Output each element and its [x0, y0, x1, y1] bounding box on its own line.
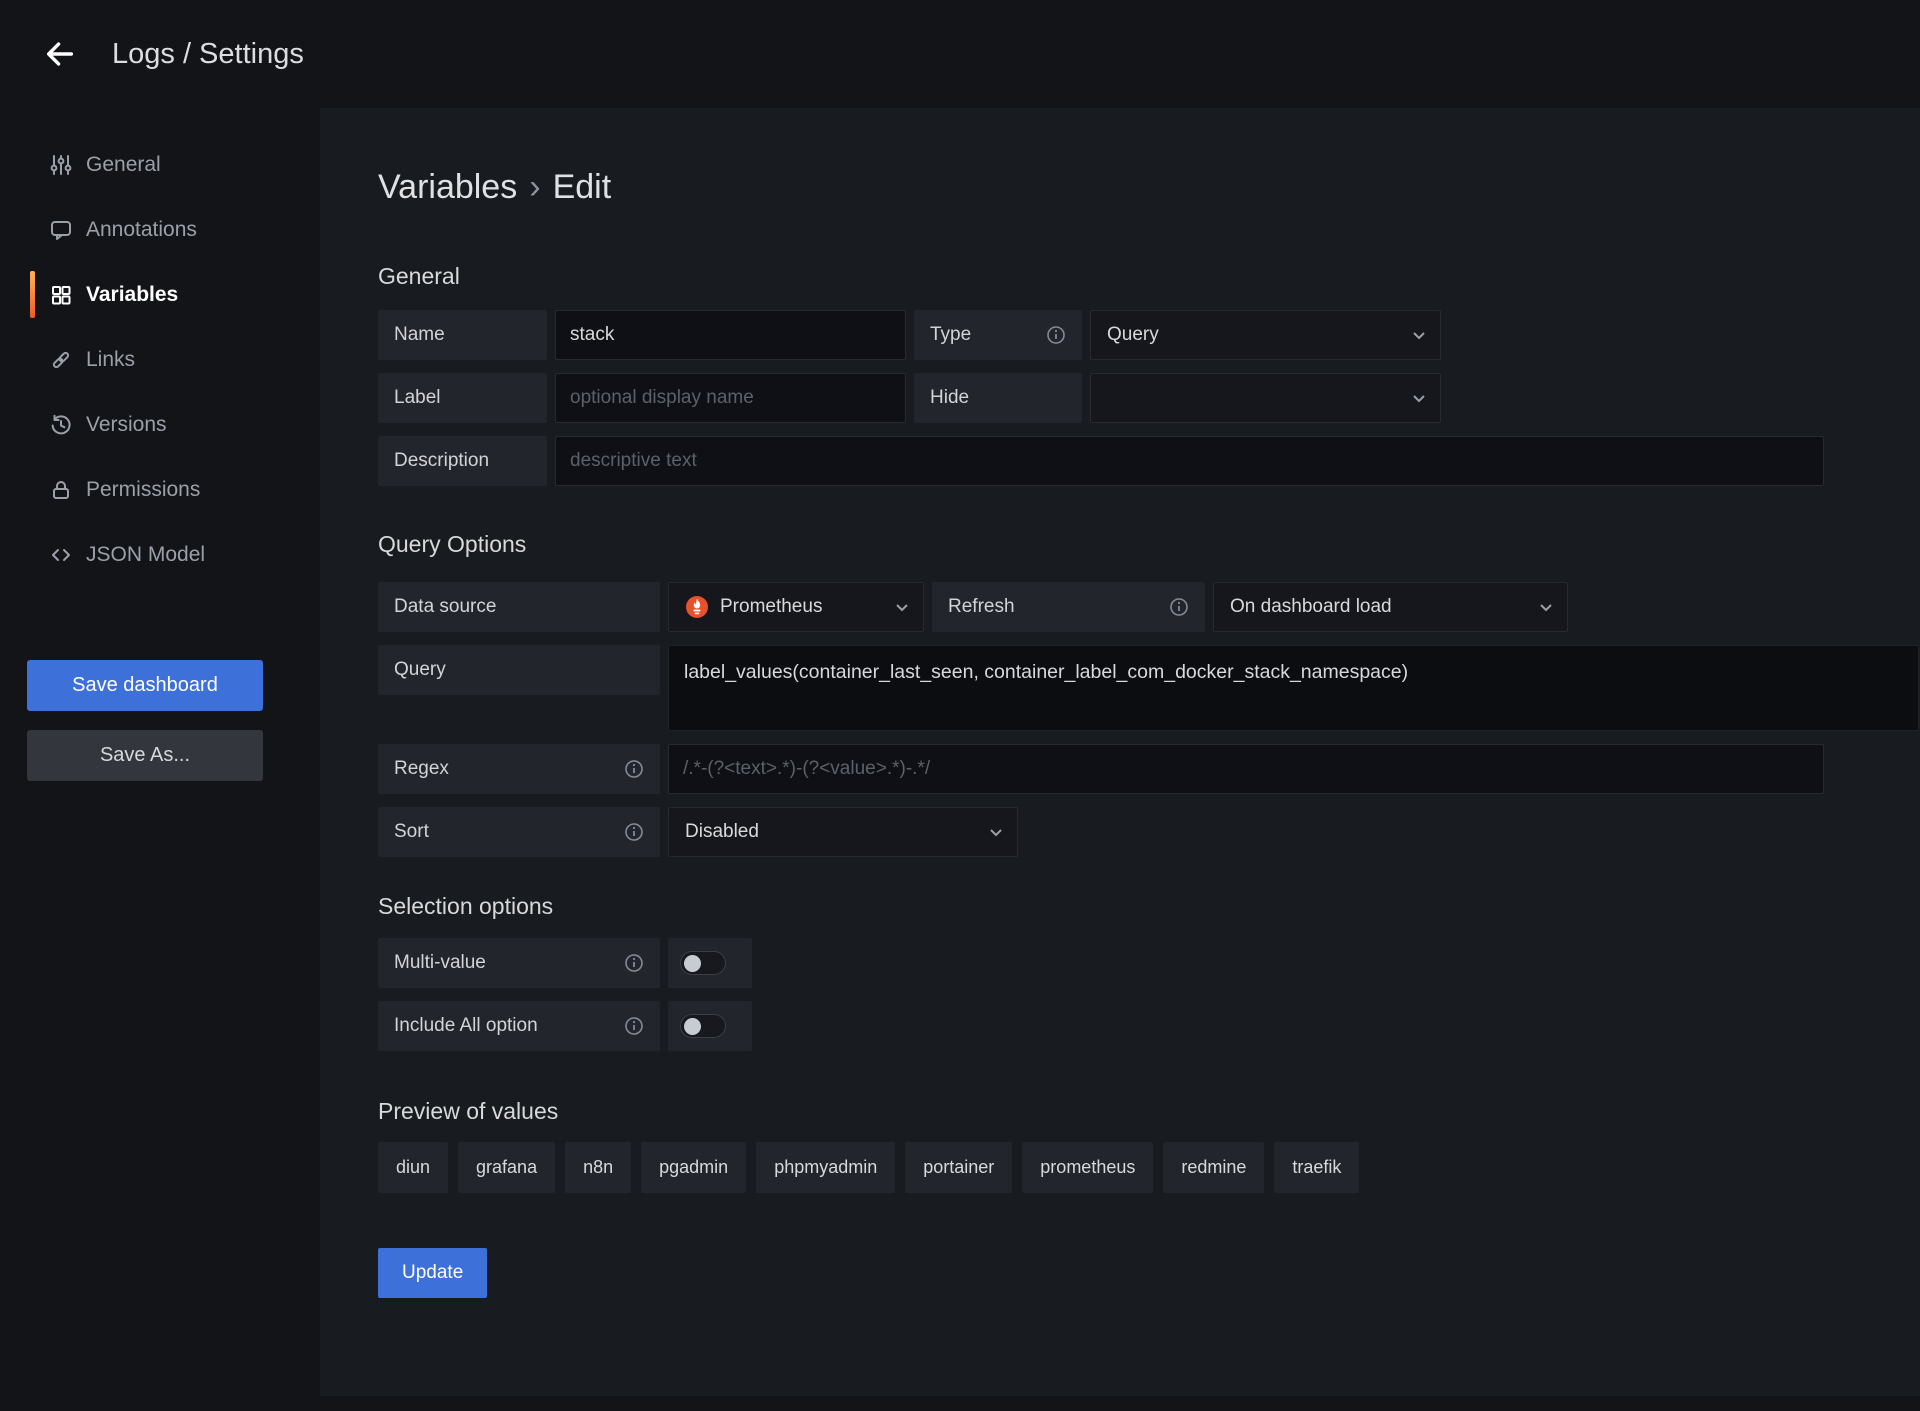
multi-value-row: Multi-value [378, 938, 1920, 988]
sidebar-item-label: JSON Model [86, 543, 205, 567]
prometheus-icon [685, 595, 709, 619]
preview-heading: Preview of values [378, 1098, 1920, 1125]
datasource-refresh-row: Data source Prometheus Refresh On d [378, 582, 1920, 632]
save-as-button[interactable]: Save As... [27, 730, 263, 781]
page-title-section: Variables [378, 168, 517, 206]
sidebar-item-general[interactable]: General [0, 132, 320, 197]
chevron-down-icon [1410, 326, 1428, 344]
label-input[interactable] [555, 373, 906, 423]
sidebar-item-label: Annotations [86, 218, 197, 242]
info-icon[interactable] [624, 953, 644, 973]
info-icon[interactable] [624, 1016, 644, 1036]
page-breadcrumb-title: Logs / Settings [112, 38, 304, 71]
info-icon[interactable] [1169, 597, 1189, 617]
preview-value-chip[interactable]: n8n [565, 1142, 631, 1193]
label-field-label: Label [378, 373, 547, 423]
include-all-toggle[interactable] [680, 1014, 726, 1038]
include-all-toggle-box [668, 1001, 752, 1051]
query-row: Query label_values(container_last_seen, … [378, 645, 1920, 731]
preview-value-chip[interactable]: phpmyadmin [756, 1142, 895, 1193]
toggle-knob [684, 1018, 701, 1035]
datasource-field-label: Data source [378, 582, 660, 632]
sidebar-item-versions[interactable]: Versions [0, 392, 320, 457]
preview-values: diun grafana n8n pgadmin phpmyadmin port… [378, 1142, 1920, 1193]
code-icon [49, 543, 73, 567]
back-arrow-icon[interactable] [40, 34, 80, 74]
sidebar-item-label: Permissions [86, 478, 200, 502]
sidebar-item-label: General [86, 153, 161, 177]
name-type-row: Name Type Query [378, 310, 1920, 360]
page-title-current: Edit [553, 168, 612, 206]
general-section-heading: General [378, 263, 1920, 290]
description-row: Description [378, 436, 1920, 486]
history-icon [49, 413, 73, 437]
regex-row: Regex [378, 744, 1920, 794]
preview-value-chip[interactable]: pgadmin [641, 1142, 746, 1193]
sort-select[interactable]: Disabled [668, 807, 1018, 857]
include-all-row: Include All option [378, 1001, 1920, 1051]
query-field-label: Query [378, 645, 660, 695]
preview-value-chip[interactable]: grafana [458, 1142, 555, 1193]
info-icon[interactable] [624, 822, 644, 842]
save-dashboard-button[interactable]: Save dashboard [27, 660, 263, 711]
info-icon[interactable] [624, 759, 644, 779]
header: Logs / Settings [0, 0, 1920, 108]
label-hide-row: Label Hide [378, 373, 1920, 423]
chevron-down-icon [987, 823, 1005, 841]
sidebar-item-json-model[interactable]: JSON Model [0, 522, 320, 587]
chevron-down-icon [1410, 389, 1428, 407]
preview-value-chip[interactable]: portainer [905, 1142, 1012, 1193]
link-icon [49, 348, 73, 372]
sidebar-item-annotations[interactable]: Annotations [0, 197, 320, 262]
toggle-knob [684, 955, 701, 972]
settings-sidebar: General Annotations Variables [0, 132, 320, 587]
info-icon[interactable] [1046, 325, 1066, 345]
sort-row: Sort Disabled [378, 807, 1920, 857]
preview-value-chip[interactable]: redmine [1163, 1142, 1264, 1193]
sidebar-item-permissions[interactable]: Permissions [0, 457, 320, 522]
selection-options-heading: Selection options [378, 893, 1920, 920]
refresh-field-label: Refresh [932, 582, 1205, 632]
name-input[interactable] [555, 310, 906, 360]
type-select[interactable]: Query [1090, 310, 1441, 360]
sort-field-label: Sort [378, 807, 660, 857]
preview-value-chip[interactable]: diun [378, 1142, 448, 1193]
comment-icon [49, 218, 73, 242]
regex-field-label: Regex [378, 744, 660, 794]
grid-icon [49, 283, 73, 307]
hide-select[interactable] [1090, 373, 1441, 423]
include-all-field-label: Include All option [378, 1001, 660, 1051]
sidebar-item-variables[interactable]: Variables [0, 262, 320, 327]
description-field-label: Description [378, 436, 547, 486]
refresh-select[interactable]: On dashboard load [1213, 582, 1568, 632]
multi-value-field-label: Multi-value [378, 938, 660, 988]
description-input[interactable] [555, 436, 1824, 486]
query-input[interactable]: label_values(container_last_seen, contai… [668, 645, 1919, 731]
update-button[interactable]: Update [378, 1248, 487, 1298]
page-title-separator: › [517, 168, 552, 206]
multi-value-toggle[interactable] [680, 951, 726, 975]
datasource-select[interactable]: Prometheus [668, 582, 924, 632]
query-options-heading: Query Options [378, 531, 1920, 558]
variables-edit-panel: Variables›Edit General Name Type Query L… [320, 108, 1920, 1396]
page-title: Variables›Edit [378, 168, 1920, 207]
regex-input[interactable] [668, 744, 1824, 794]
chevron-down-icon [893, 598, 911, 616]
sidebar-item-label: Versions [86, 413, 167, 437]
chevron-down-icon [1537, 598, 1555, 616]
multi-value-toggle-box [668, 938, 752, 988]
lock-icon [49, 478, 73, 502]
preview-value-chip[interactable]: traefik [1274, 1142, 1359, 1193]
name-field-label: Name [378, 310, 547, 360]
sliders-icon [49, 153, 73, 177]
preview-value-chip[interactable]: prometheus [1022, 1142, 1153, 1193]
sidebar-item-label: Links [86, 348, 135, 372]
type-field-label: Type [914, 310, 1082, 360]
sidebar-item-label: Variables [86, 283, 178, 307]
sidebar-item-links[interactable]: Links [0, 327, 320, 392]
hide-field-label: Hide [914, 373, 1082, 423]
